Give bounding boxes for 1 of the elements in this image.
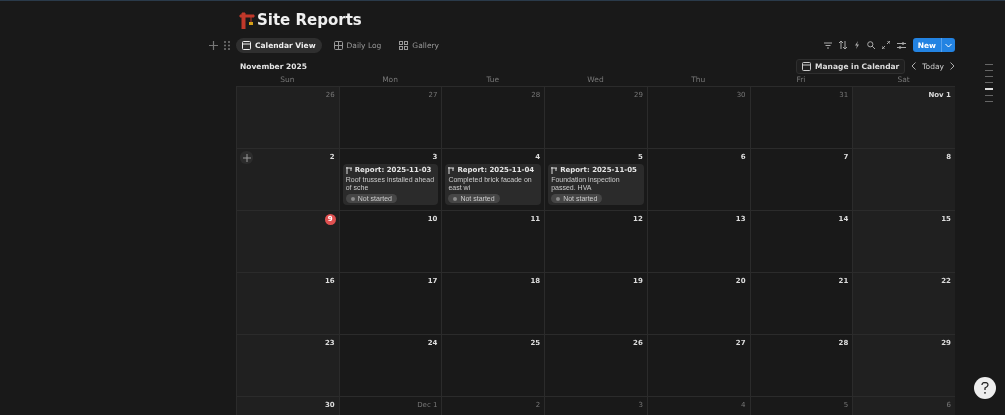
- page-title: Site Reports: [257, 10, 362, 29]
